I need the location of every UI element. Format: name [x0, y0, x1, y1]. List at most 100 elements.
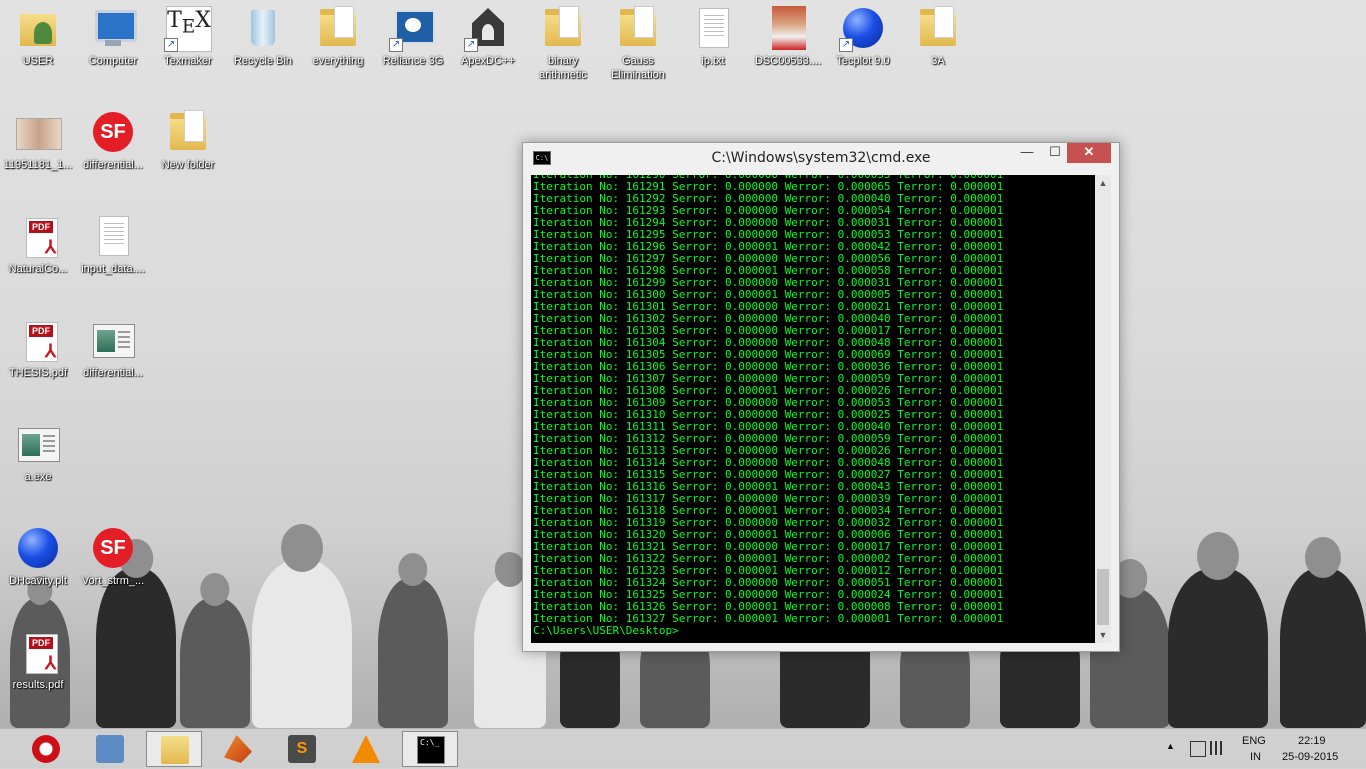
desktop-icon[interactable]: ip.txt	[675, 4, 751, 68]
desktop-icon-label: Vort_strm_...	[81, 575, 145, 587]
desktop-icon[interactable]: everything	[300, 4, 376, 68]
taskbar-button[interactable]: S	[274, 731, 330, 767]
scrollbar-thumb[interactable]	[1097, 569, 1109, 625]
desktop-icon-label: 3A	[931, 55, 945, 67]
desktop-icon[interactable]: 3A	[900, 4, 976, 68]
desktop-icon[interactable]: 11951181_1...	[0, 108, 76, 172]
taskbar-button[interactable]	[18, 731, 74, 767]
texmaker-icon: TEX ↗	[164, 4, 212, 52]
desktop-icon-label: a.exe	[24, 471, 52, 483]
wallpaper-person-head	[1304, 537, 1342, 579]
exe-icon	[89, 316, 137, 364]
computer-icon	[89, 4, 137, 52]
vertical-scrollbar[interactable]: ▲ ▼	[1095, 175, 1111, 643]
wallpaper-person	[1280, 537, 1366, 728]
desktop-icon[interactable]: differential...	[75, 316, 151, 380]
desktop-icon-label: DSC00533....	[754, 55, 822, 67]
desktop-icon-label: THESIS.pdf	[8, 367, 68, 379]
desktop-icon[interactable]: Recycle Bin	[225, 4, 301, 68]
folder-icon	[164, 108, 212, 156]
desktop-icon[interactable]: PDF ⅄ NaturalCo...	[0, 212, 76, 276]
desktop-icon-label: everything	[312, 55, 364, 67]
user-folder-icon	[14, 4, 62, 52]
keyboard-icon	[96, 735, 124, 763]
wallpaper-person	[96, 539, 176, 728]
action-center-icon[interactable]	[1190, 741, 1206, 757]
desktop-icon-label: Tecplot 9.0	[836, 55, 890, 67]
recycle-bin-icon	[239, 4, 287, 52]
console-output[interactable]: Iteration No: 161290 Serror: 0.000000 We…	[531, 175, 1095, 643]
cmd-icon: C:\_	[417, 736, 445, 764]
taskbar-button[interactable]	[210, 731, 266, 767]
cmd-window[interactable]: C:\ C:\Windows\system32\cmd.exe — ☐ ✕ It…	[522, 142, 1120, 652]
network-icon: ↗	[389, 4, 437, 52]
desktop-icon[interactable]: TEX ↗ Texmaker	[150, 4, 226, 68]
desktop-icon-label: Gauss Elimination	[611, 55, 665, 81]
taskbar-button[interactable]	[82, 731, 138, 767]
desktop-icon[interactable]: Computer	[75, 4, 151, 68]
desktop-icon[interactable]: ↗ ApexDC++	[450, 4, 526, 68]
wallpaper-person-head	[1197, 532, 1239, 580]
desktop-icon-label: New folder	[161, 159, 215, 171]
desktop-icon-label: DHcavity.plt	[9, 575, 67, 587]
network-signal-icon[interactable]	[1210, 741, 1226, 755]
minimize-button[interactable]: —	[1013, 143, 1041, 163]
desktop-icon[interactable]: ↗ Reliance 3G	[375, 4, 451, 68]
wallpaper-person-head	[494, 552, 526, 587]
desktop-icon-label: NaturalCo...	[8, 263, 68, 275]
wallpaper-person-head	[200, 572, 230, 607]
image-file-icon	[14, 108, 62, 156]
wallpaper-person-head	[281, 524, 323, 572]
wallpaper-person	[378, 552, 448, 728]
language-indicator[interactable]: ENG	[1242, 735, 1266, 747]
desktop-icon[interactable]: ↗ Tecplot 9.0	[825, 4, 901, 68]
show-hidden-icons-button[interactable]: ▲	[1166, 741, 1175, 751]
taskbar-button[interactable]	[146, 731, 202, 767]
folder-icon	[314, 4, 362, 52]
desktop-icon[interactable]: SF differential...	[75, 108, 151, 172]
folder-icon	[614, 4, 662, 52]
text-file-icon	[689, 4, 737, 52]
vlc-icon	[352, 735, 380, 763]
taskbar-button[interactable]	[338, 731, 394, 767]
desktop-icon[interactable]: New folder	[150, 108, 226, 172]
opera-icon	[32, 735, 60, 763]
sf-icon: SF	[89, 524, 137, 572]
desktop-icon[interactable]: Gauss Elimination	[600, 4, 676, 82]
region-indicator[interactable]: IN	[1250, 751, 1261, 763]
desktop-icon[interactable]: input_data....	[75, 212, 151, 276]
desktop-icon[interactable]: a.exe	[0, 420, 76, 484]
close-button[interactable]: ✕	[1067, 143, 1111, 163]
desktop-icon-label: binary arithmetic	[539, 55, 587, 81]
cmd-titlebar[interactable]: C:\ C:\Windows\system32\cmd.exe — ☐ ✕	[523, 143, 1119, 173]
wallpaper-person-head	[398, 552, 428, 587]
desktop-icon[interactable]: SF Vort_strm_...	[75, 524, 151, 588]
desktop-icon-label: results.pdf	[12, 679, 64, 691]
desktop-icon[interactable]: DSC00533....	[750, 4, 826, 68]
desktop-icon[interactable]: PDF ⅄ THESIS.pdf	[0, 316, 76, 380]
text-file-icon	[89, 212, 137, 260]
sf-icon: SF	[89, 108, 137, 156]
desktop-icon[interactable]: binary arithmetic	[525, 4, 601, 82]
sublime-text-icon: S	[288, 735, 316, 763]
console-lines: Iteration No: 161290 Serror: 0.000000 We…	[533, 175, 1004, 637]
wallpaper-person	[1168, 532, 1268, 728]
desktop-icon-label: Computer	[88, 55, 138, 67]
taskbar-button[interactable]: C:\_	[402, 731, 458, 767]
clock-time[interactable]: 22:19	[1298, 735, 1326, 747]
clock-date[interactable]: 25-09-2015	[1282, 751, 1338, 763]
desktop-icon-label: ip.txt	[701, 55, 725, 67]
desktop-icon-label: input_data....	[81, 263, 145, 275]
desktop-icon[interactable]: DHcavity.plt	[0, 524, 76, 588]
file-explorer-icon	[161, 736, 189, 764]
desktop-icon-label: Texmaker	[164, 55, 212, 67]
scroll-up-icon[interactable]: ▲	[1095, 175, 1111, 191]
scroll-down-icon[interactable]: ▼	[1095, 627, 1111, 643]
desktop-icon[interactable]: USER	[0, 4, 76, 68]
wallpaper-person	[252, 524, 352, 728]
pdf-icon: PDF ⅄	[14, 316, 62, 364]
desktop-icon[interactable]: PDF ⅄ results.pdf	[0, 628, 76, 692]
maximize-button[interactable]: ☐	[1041, 143, 1069, 163]
desktop-icon-label: 11951181_1...	[3, 159, 73, 171]
pdf-icon: PDF ⅄	[14, 628, 62, 676]
